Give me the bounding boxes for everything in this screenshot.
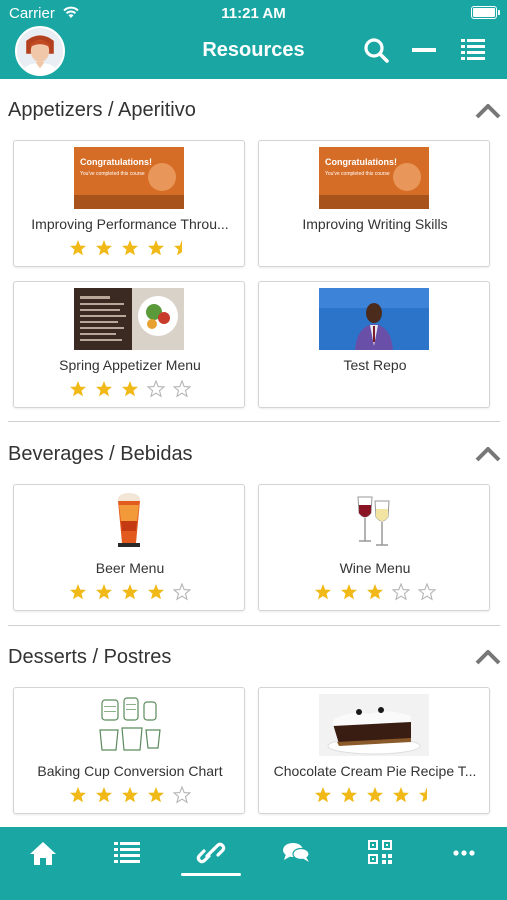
star-filled-icon (315, 584, 331, 600)
section-title-desserts: Desserts / Postres (8, 646, 172, 668)
star-empty-icon (147, 380, 165, 398)
star-half-icon (419, 787, 427, 803)
star-filled-icon (367, 584, 383, 600)
beer-glass-thumbnail (74, 491, 184, 553)
chevron-up-icon[interactable] (475, 648, 501, 666)
resource-card[interactable]: Beer Menu (13, 484, 245, 611)
search-icon[interactable] (362, 36, 392, 64)
rating-stars (14, 239, 246, 259)
list-icon[interactable] (112, 839, 142, 867)
star-filled-icon (341, 584, 357, 600)
bottom-tab-bar (0, 827, 507, 900)
presenter-video-thumbnail (319, 288, 429, 350)
svg-text:Congratulations!: Congratulations! (80, 157, 152, 167)
rating-stars (259, 786, 491, 806)
section-divider (8, 421, 500, 422)
section-title-beverages: Beverages / Bebidas (8, 443, 193, 465)
resource-card[interactable]: Test Repo (258, 281, 490, 408)
star-empty-icon (173, 583, 191, 601)
section-divider (8, 625, 500, 626)
star-half-icon (174, 240, 182, 256)
battery-icon (471, 6, 500, 19)
resource-card[interactable]: Chocolate Cream Pie Recipe T... (258, 687, 490, 814)
status-time: 11:21 AM (221, 5, 286, 22)
star-filled-icon (148, 787, 164, 803)
resource-card[interactable]: Congratulations! You've completed this c… (258, 140, 490, 267)
resource-card[interactable]: Baking Cup Conversion Chart (13, 687, 245, 814)
star-filled-icon (148, 584, 164, 600)
star-filled-icon (96, 240, 112, 256)
star-filled-icon (148, 240, 164, 256)
resource-title: Beer Menu (95, 560, 165, 576)
star-empty-icon (173, 380, 191, 398)
active-tab-indicator (181, 873, 241, 876)
star-filled-icon (70, 240, 86, 256)
star-empty-icon (173, 786, 191, 804)
star-empty-icon (392, 583, 410, 601)
resource-title: Baking Cup Conversion Chart (37, 763, 223, 779)
star-filled-icon (122, 381, 138, 397)
resource-title: Spring Appetizer Menu (59, 357, 201, 373)
star-filled-icon (122, 584, 138, 600)
star-filled-icon (315, 787, 331, 803)
star-filled-icon (96, 584, 112, 600)
chocolate-pie-thumbnail (319, 694, 429, 756)
resources-list[interactable]: Appetizers / Aperitivo Congratulations! … (0, 79, 507, 827)
rating-stars (14, 583, 246, 603)
resource-card[interactable]: Congratulations! You've completed this c… (13, 140, 245, 267)
chevron-up-icon[interactable] (475, 102, 501, 120)
svg-text:You've completed this course: You've completed this course (80, 171, 145, 177)
wine-glasses-thumbnail (319, 491, 429, 553)
rating-stars (14, 380, 246, 400)
star-filled-icon (96, 787, 112, 803)
status-bar: Carrier 11:21 AM (0, 0, 507, 26)
list-view-icon[interactable] (459, 36, 489, 64)
appetizer-menu-thumbnail (74, 288, 184, 350)
star-filled-icon (122, 787, 138, 803)
star-filled-icon (70, 381, 86, 397)
resource-title: Chocolate Cream Pie Recipe T... (273, 763, 477, 779)
star-filled-icon (122, 240, 138, 256)
resource-title: Improving Performance Throu... (31, 216, 229, 232)
resource-title: Test Repo (343, 357, 407, 373)
svg-text:Congratulations!: Congratulations! (325, 157, 397, 167)
resource-card[interactable]: Wine Menu (258, 484, 490, 611)
qr-code-icon[interactable] (365, 839, 395, 867)
resource-title: Wine Menu (339, 560, 411, 576)
resource-card[interactable]: Spring Appetizer Menu (13, 281, 245, 408)
rating-stars (14, 786, 246, 806)
minus-icon[interactable] (410, 36, 440, 64)
chevron-up-icon[interactable] (475, 445, 501, 463)
resource-title: Improving Writing Skills (302, 216, 448, 232)
more-icon[interactable] (449, 839, 479, 867)
star-filled-icon (96, 381, 112, 397)
rating-stars (259, 583, 491, 603)
chat-icon[interactable] (281, 839, 311, 867)
star-empty-icon (418, 583, 436, 601)
congratulations-thumbnail: Congratulations! You've completed this c… (74, 147, 184, 209)
star-filled-icon (367, 787, 383, 803)
svg-text:You've completed this course: You've completed this course (325, 171, 390, 177)
measuring-cups-thumbnail (74, 694, 184, 756)
star-filled-icon (70, 584, 86, 600)
link-icon[interactable] (196, 839, 226, 867)
home-icon[interactable] (28, 839, 58, 867)
star-filled-icon (393, 787, 409, 803)
congratulations-thumbnail: Congratulations! You've completed this c… (319, 147, 429, 209)
star-filled-icon (70, 787, 86, 803)
section-title-appetizers: Appetizers / Aperitivo (8, 99, 196, 121)
app-header: Carrier 11:21 AM Resources (0, 0, 507, 79)
star-filled-icon (341, 787, 357, 803)
